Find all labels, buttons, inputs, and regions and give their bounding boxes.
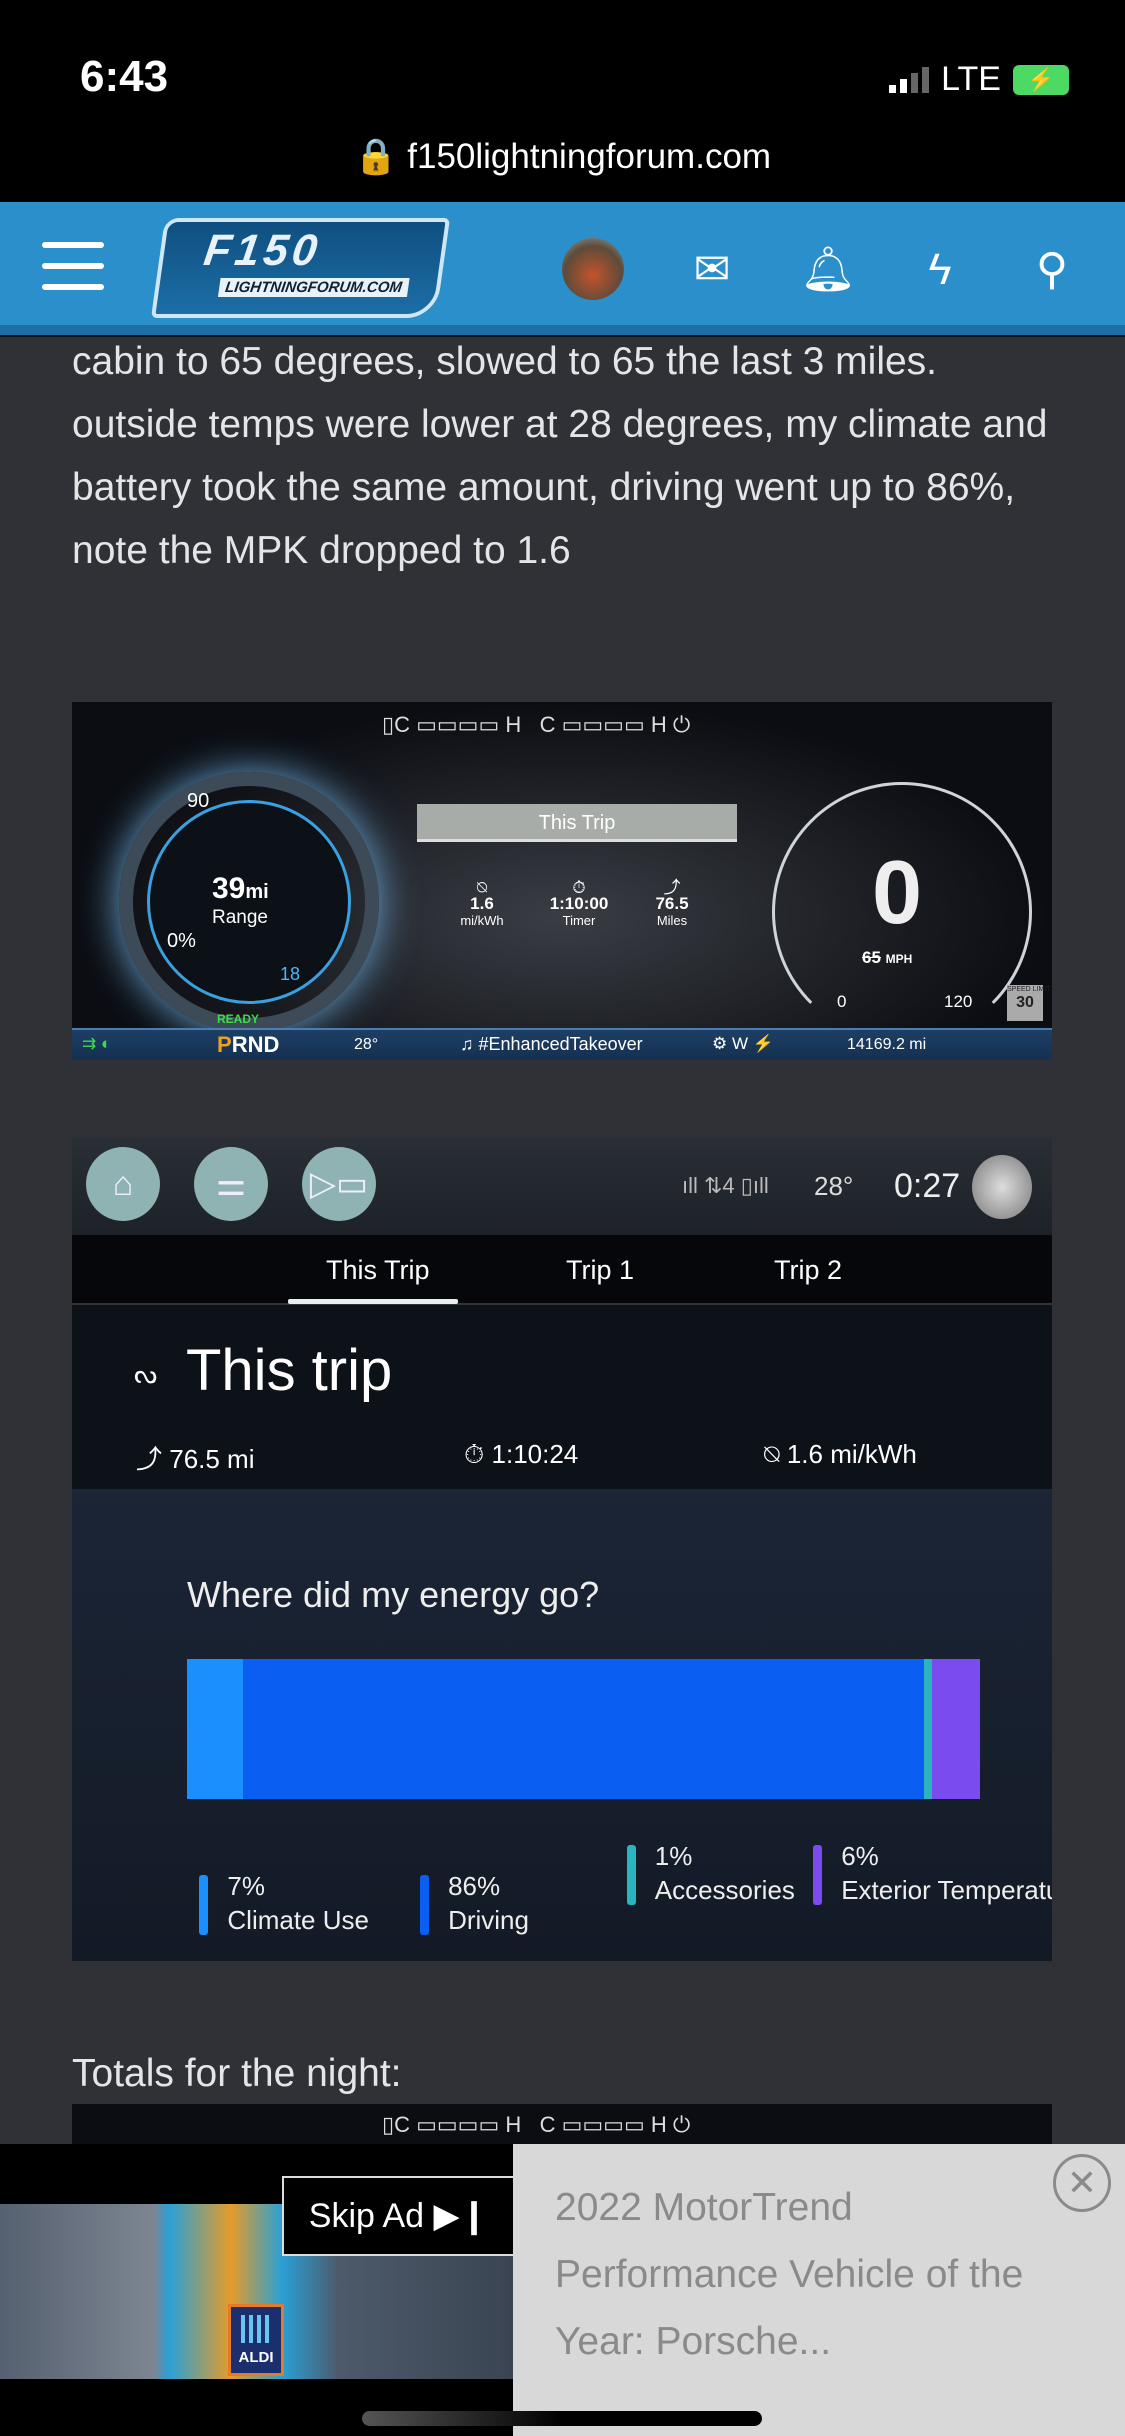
speed-min: 0 — [837, 992, 847, 1011]
sync-top-bar: ⌂ ⚌ ▷▭ ıll ⇅4 ▯ıll 28° 0:27 — [72, 1137, 1052, 1235]
range-label: Range — [212, 907, 268, 928]
cluster-bottom-bar: ⇉ ◐ PRND 28° ♫ #EnhancedTakeover ⚙ W ⚡ 1… — [72, 1028, 1052, 1060]
screen-clock: 0:27 — [894, 1167, 961, 1205]
gear-selector: PRND — [217, 1032, 280, 1057]
speed-limit-sign: SPEED LIMIT 30 — [1007, 985, 1051, 1021]
range-value: 39mi — [212, 872, 269, 905]
logo-subtext: LIGHTNINGFORUM.COM — [217, 278, 410, 297]
efficiency-stat: ⍉ 1.6 mi/kWh — [460, 878, 504, 928]
bell-icon[interactable]: 🔔︎ — [800, 242, 856, 298]
tab-this-trip: This Trip — [326, 1255, 430, 1285]
trip-screen-photo: ⌂ ⚌ ▷▭ ıll ⇅4 ▯ıll 28° 0:27 This Trip Tr… — [72, 1137, 1052, 1961]
skip-ad-button[interactable]: Skip Ad ▶❙ — [282, 2176, 513, 2256]
aldi-logo: ALDI — [228, 2304, 284, 2376]
screen-temp: 28° — [814, 1171, 854, 1201]
legend-percent: 6% — [841, 1841, 879, 1871]
compass: ⚙ W ⚡ — [712, 1034, 774, 1053]
lights-icon: ⇉ ◐ — [82, 1034, 112, 1053]
legend-percent: 86% — [448, 1871, 501, 1901]
close-icon[interactable]: ✕ — [1053, 2154, 1111, 2212]
profile-avatar — [972, 1155, 1032, 1219]
energy-segment-exterior-temperature — [932, 1659, 980, 1799]
legend-swatch — [813, 1845, 823, 1905]
site-logo[interactable]: F150 LIGHTNINGFORUM.COM — [150, 218, 451, 318]
energy-title: Where did my energy go? — [187, 1574, 600, 1615]
avatar[interactable] — [562, 238, 624, 300]
trip-heading: This trip — [186, 1338, 393, 1403]
legend-label: Driving — [448, 1905, 529, 1935]
speed-value: 0 — [872, 843, 923, 943]
ad-video[interactable]: ALDI Skip Ad ▶❙ — [0, 2144, 513, 2436]
legend-swatch — [420, 1875, 430, 1935]
camera-icon: ▷▭ — [302, 1147, 376, 1221]
ad-title[interactable]: 2022 MotorTrend Performance Vehicle of t… — [555, 2174, 1075, 2375]
signal-icons: ıll ⇅4 ▯ıll — [682, 1173, 769, 1198]
video-ad[interactable]: ALDI Skip Ad ▶❙ 2022 MotorTrend Performa… — [0, 2144, 1125, 2436]
network-status: LTE ⚡ — [889, 60, 1069, 99]
outside-temp: 28° — [354, 1036, 379, 1053]
legend-label: Accessories — [654, 1875, 795, 1905]
lightning-icon[interactable]: ϟ — [912, 242, 968, 298]
temp-gauges: ▯C ▭▭▭▭ H C ▭▭▭▭ H ⏻ — [382, 2112, 691, 2137]
speed-max: 120 — [944, 992, 973, 1011]
legend-item: 1% Accessories — [626, 1839, 795, 1907]
status-bar: 6:43 LTE ⚡ 🔒 f150lightningforum.com — [0, 0, 1125, 202]
timer-stat: ⏱ 1:10:00 Timer — [549, 878, 609, 928]
legend-percent: 7% — [227, 1871, 265, 1901]
legend-swatch — [626, 1845, 636, 1905]
energy-legend: 7% Climate Use 86% Driving 1% Accessories 6% Ex… — [72, 1841, 1052, 1959]
miles-stat: ⤴ 76.5 Miles — [655, 878, 689, 928]
regen-value: 18 — [280, 964, 301, 984]
mail-icon[interactable]: ✉ — [684, 242, 740, 298]
aldi-logo-text: ALDI — [238, 2349, 274, 2366]
network-label: LTE — [941, 60, 1001, 98]
charge-pct: 0% — [167, 930, 196, 952]
temp-gauges: ▯C ▭▭▭▭ H C ▭▭▭▭ H ⏻ — [382, 712, 691, 737]
charge-top: 90 — [187, 790, 210, 812]
media-now-playing: ♫ #EnhancedTakeover — [460, 1034, 643, 1054]
home-icon: ⌂ — [86, 1147, 160, 1221]
legend-label: Climate Use — [227, 1905, 369, 1935]
legend-swatch — [199, 1875, 209, 1935]
toggle-icon: ⚌ — [194, 1147, 268, 1221]
logo-text: F150 — [201, 226, 325, 275]
legend-item: 86% Driving — [420, 1869, 529, 1937]
menu-icon[interactable] — [42, 242, 104, 290]
energy-segment-accessories — [924, 1659, 933, 1799]
signal-icon — [889, 66, 930, 93]
trip-icon: ᔓ — [134, 1359, 158, 1389]
odometer: 14169.2 mi — [847, 1036, 927, 1053]
energy-segment-climate-use — [187, 1659, 243, 1799]
active-tab-indicator — [288, 1299, 458, 1304]
energy-panel: Where did my energy go? 7% Climate Use 86%… — [72, 1489, 1052, 1961]
trip-distance: ⤴ 76.5 mi — [136, 1444, 255, 1474]
url-bar[interactable]: 🔒 f150lightningforum.com — [0, 136, 1125, 177]
legend-item: 6% Exterior Temperature — [813, 1839, 1052, 1907]
battery-charging-icon: ⚡ — [1013, 64, 1069, 95]
trip-tabs: This Trip Trip 1 Trip 2 — [72, 1235, 1052, 1305]
trip-efficiency: ⍉ 1.6 mi/kWh — [764, 1439, 917, 1469]
site-header: F150 LIGHTNINGFORUM.COM ✉ 🔔︎ ϟ ⚲ — [0, 202, 1125, 335]
aldi-logo-stripes — [241, 2315, 271, 2343]
energy-bar — [187, 1659, 980, 1799]
search-icon[interactable]: ⚲ — [1024, 242, 1080, 298]
ready-indicator: READY — [217, 1012, 260, 1026]
trip-title: This Trip — [417, 804, 737, 842]
set-speed: 65 MPH — [862, 948, 913, 967]
cluster-photo: ▯C ▭▭▭▭ H C ▭▭▭▭ H ⏻ 90 39mi Range 0% 18… — [72, 702, 1052, 1060]
tab-trip-2: Trip 2 — [774, 1255, 843, 1285]
totals-label: Totals for the night: — [72, 2052, 402, 2095]
url-text: f150lightningforum.com — [407, 137, 772, 176]
energy-segment-driving — [242, 1659, 925, 1799]
legend-item: 7% Climate Use — [199, 1869, 369, 1937]
clock: 6:43 — [80, 52, 169, 101]
post-text: cabin to 65 degrees, slowed to 65 the la… — [72, 340, 1048, 572]
trip-duration: ⏱ 1:10:24 — [464, 1439, 579, 1469]
home-indicator[interactable] — [362, 2411, 762, 2426]
legend-label: Exterior Temperature — [841, 1875, 1052, 1905]
legend-percent: 1% — [654, 1841, 693, 1871]
tab-trip-1: Trip 1 — [566, 1255, 635, 1285]
ad-panel[interactable]: 2022 MotorTrend Performance Vehicle of t… — [513, 2144, 1125, 2436]
